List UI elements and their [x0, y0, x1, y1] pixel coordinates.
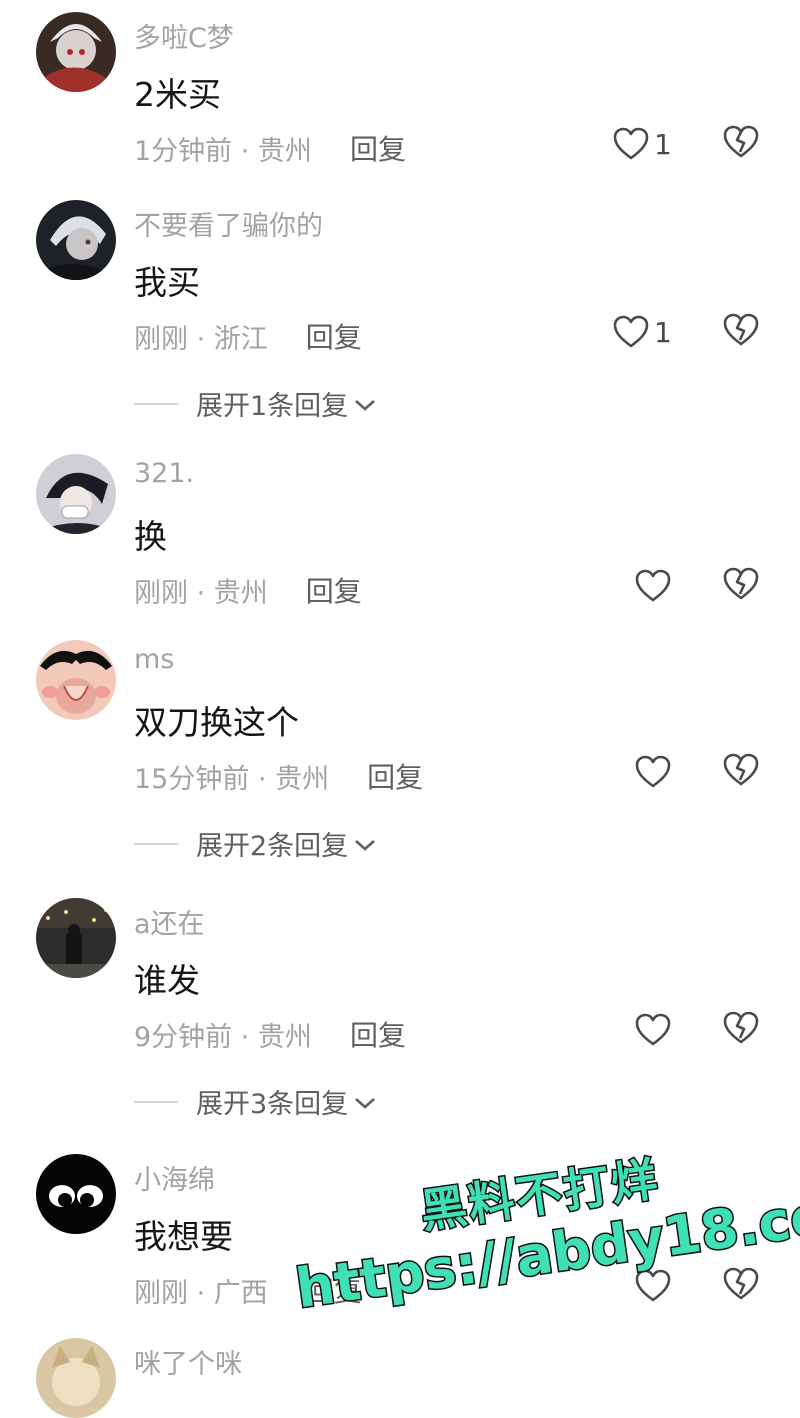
like-button[interactable]: 1: [612, 310, 672, 354]
comment-meta: 1分钟前 · 贵州 回复: [134, 128, 406, 168]
like-count: 1: [654, 315, 672, 349]
expand-replies[interactable]: 展开3条回复: [134, 1082, 376, 1121]
comment-meta: 9分钟前 · 贵州 回复: [134, 1014, 406, 1054]
comment-meta: 刚刚 · 浙江 回复: [134, 316, 362, 356]
reply-button[interactable]: 回复: [306, 316, 362, 356]
username[interactable]: a还在: [134, 902, 205, 941]
chevron-down-icon: [354, 388, 376, 419]
expand-replies[interactable]: 展开2条回复: [134, 824, 376, 863]
heart-outline-icon: [612, 126, 650, 162]
comment-text: 换: [134, 517, 167, 556]
avatar[interactable]: [36, 640, 116, 720]
broken-heart-icon[interactable]: [722, 1266, 760, 1302]
username[interactable]: ms: [134, 644, 174, 675]
chevron-down-icon: [354, 1086, 376, 1117]
broken-heart-icon[interactable]: [722, 566, 760, 602]
username[interactable]: 321.: [134, 458, 194, 489]
expand-replies-label: 展开1条回复: [196, 391, 349, 422]
divider-line: [134, 1100, 178, 1103]
expand-replies-label: 展开2条回复: [196, 831, 349, 862]
broken-heart-icon[interactable]: [722, 312, 760, 348]
like-button[interactable]: [634, 564, 672, 608]
comment-text: 谁发: [134, 961, 200, 1000]
username[interactable]: 小海绵: [134, 1158, 215, 1197]
username[interactable]: 不要看了骗你的: [134, 204, 323, 243]
time-location: 刚刚 · 广西: [134, 1277, 268, 1309]
expand-replies-label: 展开3条回复: [196, 1089, 349, 1120]
comment-meta: 刚刚 · 贵州 回复: [134, 570, 362, 610]
reply-button[interactable]: 回复: [350, 128, 406, 168]
divider-line: [134, 842, 178, 845]
broken-heart-icon[interactable]: [722, 1010, 760, 1046]
heart-outline-icon: [612, 314, 650, 350]
reply-button[interactable]: 回复: [306, 570, 362, 610]
time-location: 刚刚 · 浙江: [134, 323, 268, 355]
avatar[interactable]: [36, 12, 116, 92]
time-location: 15分钟前 · 贵州: [134, 763, 330, 795]
chevron-down-icon: [354, 828, 376, 859]
avatar[interactable]: [36, 200, 116, 280]
username[interactable]: 咪了个咪: [134, 1342, 242, 1381]
divider-line: [134, 402, 178, 405]
time-location: 1分钟前 · 贵州: [134, 135, 312, 167]
time-location: 刚刚 · 贵州: [134, 577, 268, 609]
expand-replies[interactable]: 展开1条回复: [134, 384, 376, 423]
comment-text: 2米买: [134, 75, 221, 114]
like-button[interactable]: 1: [612, 122, 672, 166]
time-location: 9分钟前 · 贵州: [134, 1021, 312, 1053]
heart-outline-icon: [634, 1012, 672, 1048]
avatar[interactable]: [36, 1338, 116, 1418]
comment-text: 双刀换这个: [134, 703, 299, 742]
heart-outline-icon: [634, 568, 672, 604]
username[interactable]: 多啦C梦: [134, 16, 234, 55]
like-button[interactable]: [634, 750, 672, 794]
like-button[interactable]: [634, 1008, 672, 1052]
comment-text: 我买: [134, 263, 200, 302]
heart-outline-icon: [634, 1268, 672, 1304]
reply-button[interactable]: 回复: [367, 756, 423, 796]
avatar[interactable]: [36, 1154, 116, 1234]
broken-heart-icon[interactable]: [722, 124, 760, 160]
broken-heart-icon[interactable]: [722, 752, 760, 788]
like-count: 1: [654, 127, 672, 161]
comment-text: 我想要: [134, 1217, 233, 1256]
comment-meta: 15分钟前 · 贵州 回复: [134, 756, 423, 796]
heart-outline-icon: [634, 754, 672, 790]
avatar[interactable]: [36, 454, 116, 534]
avatar[interactable]: [36, 898, 116, 978]
reply-button[interactable]: 回复: [350, 1014, 406, 1054]
